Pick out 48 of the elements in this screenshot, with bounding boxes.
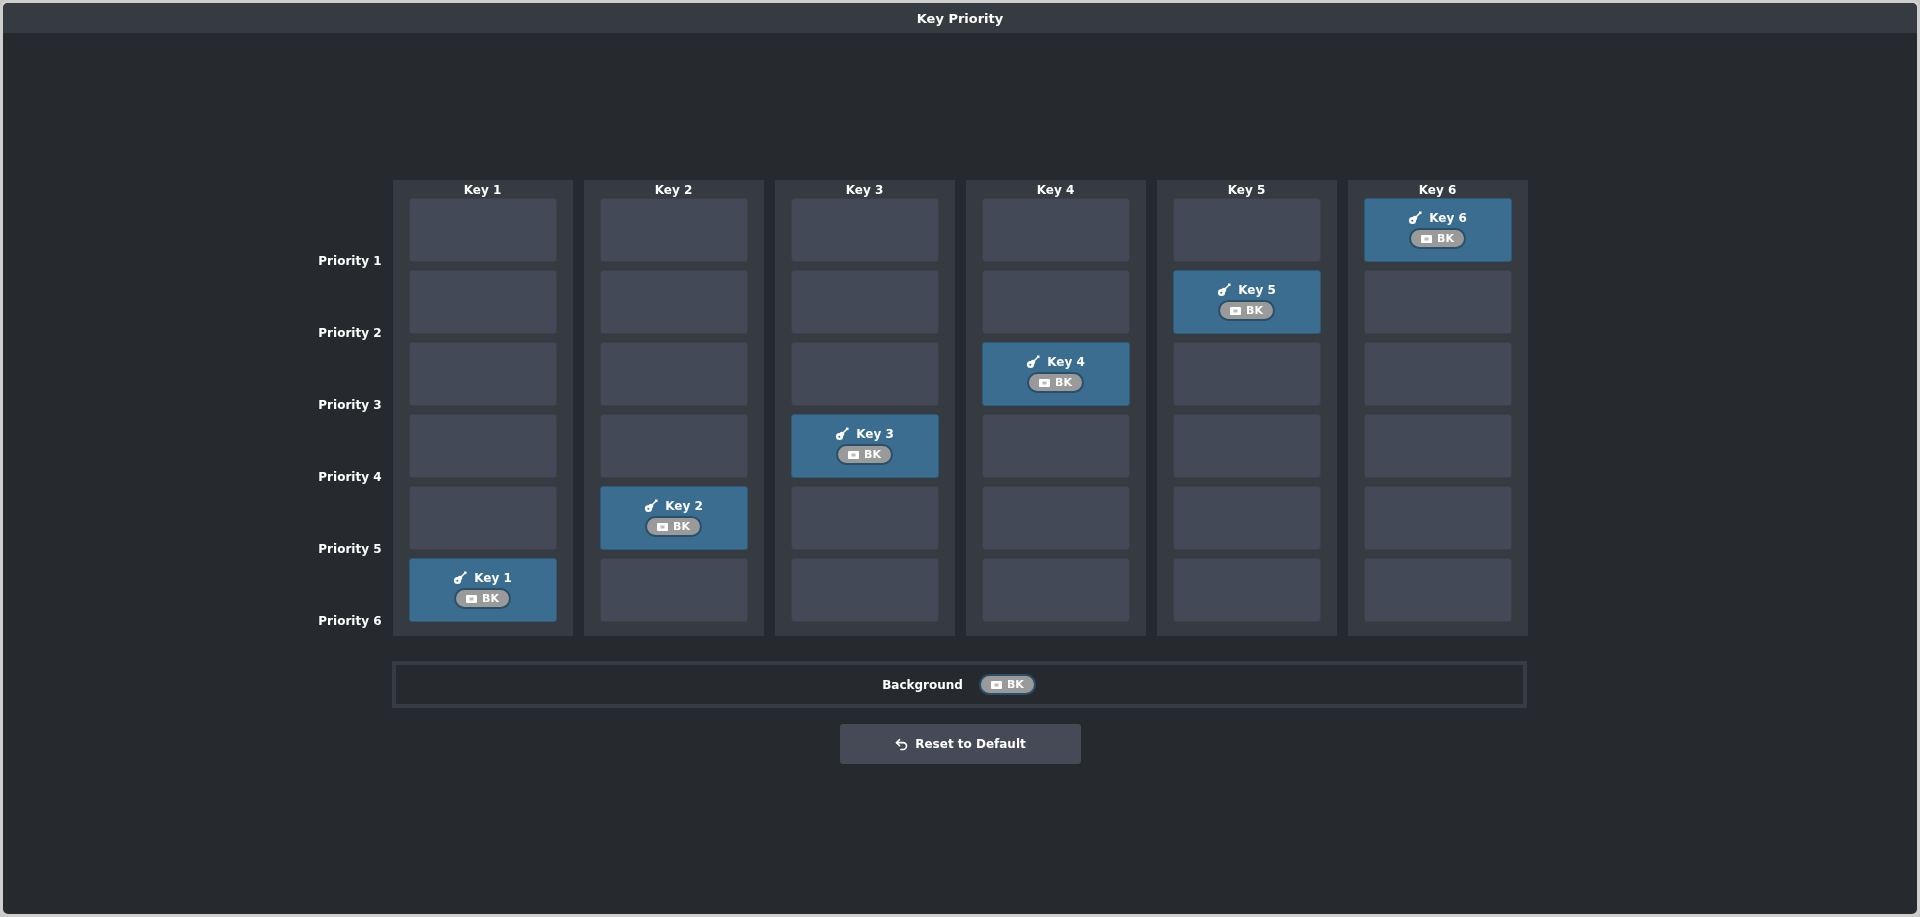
priority-label: Priority 6 — [318, 614, 382, 628]
guitar-icon — [1408, 211, 1423, 225]
key-name: Key 6 — [1429, 211, 1467, 225]
priority-label: Priority 4 — [318, 470, 382, 484]
input-icon — [1230, 306, 1242, 315]
guitar-icon — [453, 571, 468, 585]
key-slot[interactable]: Key 4 BK — [981, 342, 1130, 406]
guitar-icon — [1026, 355, 1041, 369]
background-label: Background — [882, 677, 963, 692]
source-pill: BK — [978, 674, 1036, 695]
priority-label: Priority 2 — [318, 326, 382, 340]
priority-label: Priority 3 — [318, 398, 382, 412]
key-slot[interactable]: Key 3 BK — [790, 414, 939, 478]
input-icon — [990, 680, 1002, 689]
input-icon — [1039, 378, 1051, 387]
key-name: Key 2 — [665, 499, 703, 513]
column-header: Key 3 — [845, 182, 884, 198]
column-header: Key 1 — [463, 182, 502, 198]
priority-label: Priority 5 — [318, 542, 382, 556]
input-icon — [848, 450, 860, 459]
window-title: Key Priority — [916, 10, 1004, 26]
key-name: Key 3 — [856, 427, 894, 441]
guitar-icon — [644, 499, 659, 513]
guitar-icon — [835, 427, 850, 441]
source-pill: BK — [836, 444, 893, 465]
source-pill: BK — [1218, 300, 1275, 321]
input-icon — [466, 594, 478, 603]
key-name: Key 1 — [474, 571, 512, 585]
key-name: Key 5 — [1238, 283, 1276, 297]
input-icon — [1421, 234, 1433, 243]
key-name: Key 4 — [1047, 355, 1085, 369]
column-header: Key 5 — [1227, 182, 1266, 198]
source-pill: BK — [454, 588, 511, 609]
priority-label: Priority 1 — [318, 254, 382, 268]
source-pill: BK — [645, 516, 702, 537]
undo-icon — [894, 736, 910, 752]
reset-button[interactable]: Reset to Default — [839, 724, 1081, 764]
key-slot[interactable]: Key 1 BK — [408, 558, 557, 622]
column-header: Key 4 — [1036, 182, 1075, 198]
key-slot[interactable]: Key 2 BK — [599, 486, 748, 550]
column-header: Key 6 — [1418, 182, 1457, 198]
key-slot[interactable]: Key 5 BK — [1172, 270, 1321, 334]
guitar-icon — [1217, 283, 1232, 297]
source-pill: BK — [1027, 372, 1084, 393]
key-slot[interactable]: Key 6 BK — [1363, 198, 1512, 262]
input-icon — [657, 522, 669, 531]
column-header: Key 2 — [654, 182, 693, 198]
source-pill: BK — [1409, 228, 1466, 249]
